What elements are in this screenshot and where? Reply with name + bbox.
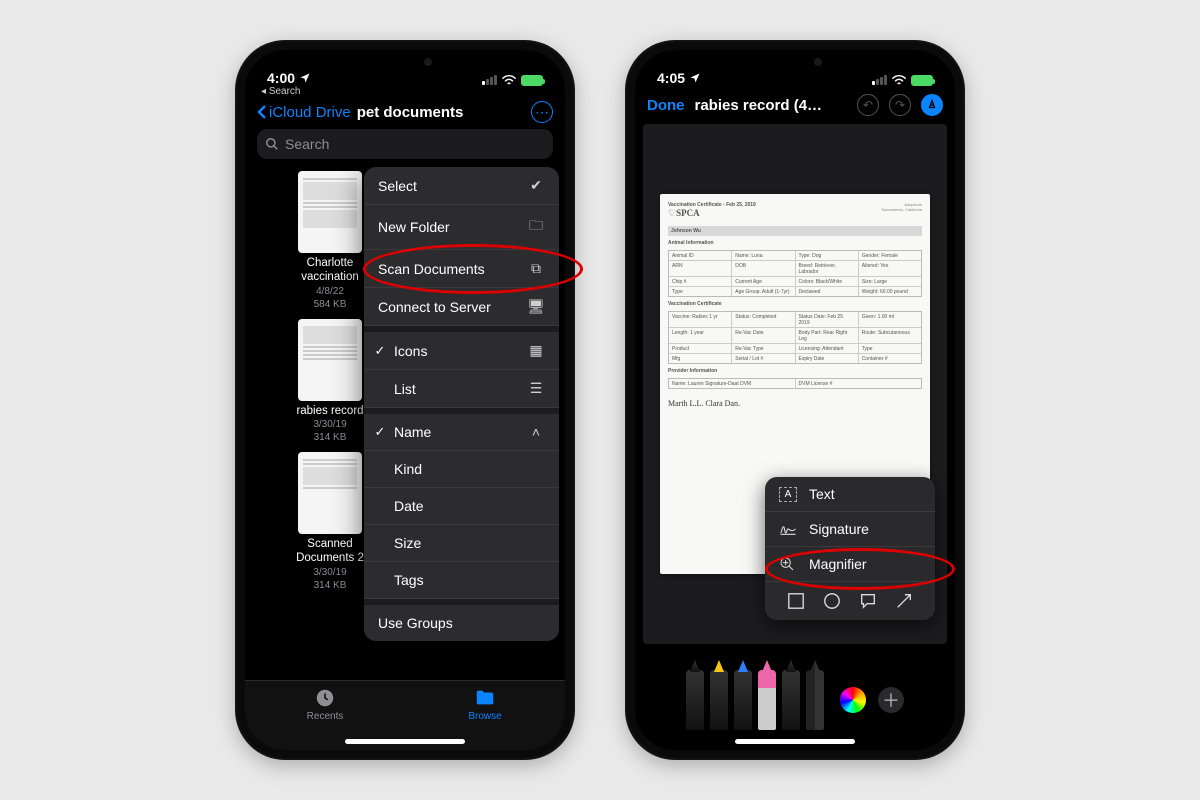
cellular-icon <box>872 75 887 85</box>
markup-toolbar: ＋ <box>635 650 955 750</box>
menu-sort-date[interactable]: Date <box>364 488 559 525</box>
shape-speech[interactable] <box>859 592 877 610</box>
menu-sort-size[interactable]: Size <box>364 525 559 562</box>
screen-left: 4:00 ◂ Search iCloud Drive pet documents… <box>245 50 565 750</box>
folder-title: pet documents <box>357 104 464 121</box>
markup-icon <box>926 99 938 111</box>
screen-right: 4:05 Done rabies record (4… ↶ ↷ <box>635 50 955 750</box>
markup-magnifier[interactable]: Magnifier <box>765 547 935 582</box>
battery-icon <box>521 75 543 86</box>
list-icon: ☰ <box>527 380 545 397</box>
back-button[interactable]: iCloud Drive <box>257 104 351 121</box>
menu-label: Magnifier <box>809 556 867 572</box>
pen-tool[interactable] <box>686 670 704 730</box>
status-time: 4:00 <box>267 70 295 86</box>
iphone-left: 4:00 ◂ Search iCloud Drive pet documents… <box>235 40 575 760</box>
menu-select[interactable]: Select✔︎ <box>364 167 559 205</box>
magnifier-icon <box>779 556 797 572</box>
shape-circle[interactable] <box>823 592 841 610</box>
cellular-icon <box>482 75 497 85</box>
location-icon <box>689 72 701 84</box>
home-indicator[interactable] <box>345 739 465 744</box>
iphone-right: 4:05 Done rabies record (4… ↶ ↷ <box>625 40 965 760</box>
back-label: iCloud Drive <box>269 104 351 121</box>
status-time: 4:05 <box>657 70 685 86</box>
marker-tool[interactable] <box>734 670 752 730</box>
grid-icon: ▦ <box>527 342 545 359</box>
search-input[interactable]: Search <box>257 129 553 159</box>
context-menu: Select✔︎ New Folder🗀 Scan Documents⧉ Con… <box>364 167 559 641</box>
menu-new-folder[interactable]: New Folder🗀 <box>364 205 559 250</box>
checkmark-icon: ✓ <box>372 343 388 359</box>
wifi-icon <box>891 74 907 86</box>
location-icon <box>299 72 311 84</box>
file-thumbnail <box>298 319 362 401</box>
markup-toggle-button[interactable] <box>921 94 943 116</box>
menu-scan-documents[interactable]: Scan Documents⧉ <box>364 250 559 288</box>
folder-icon <box>474 687 496 709</box>
highlighter-tool[interactable] <box>710 670 728 730</box>
markup-add-menu: A Text Signature Magnifier <box>765 477 935 620</box>
signature-icon <box>779 522 797 536</box>
nav-bar: iCloud Drive pet documents ⋯ <box>245 97 565 129</box>
menu-use-groups[interactable]: Use Groups <box>364 605 559 641</box>
done-button[interactable]: Done <box>647 97 685 114</box>
menu-connect-server[interactable]: Connect to Server🖥 <box>364 288 559 326</box>
checkmark-icon: ✓ <box>372 424 388 440</box>
search-placeholder: Search <box>285 136 329 152</box>
markup-signature[interactable]: Signature <box>765 512 935 547</box>
doc-signature: Marth L.L. Clara Dan. <box>668 399 922 408</box>
markup-text[interactable]: A Text <box>765 477 935 512</box>
home-indicator[interactable] <box>735 739 855 744</box>
scan-icon: ⧉ <box>527 260 545 277</box>
file-name: rabies record <box>285 405 375 419</box>
text-icon: A <box>779 487 797 502</box>
lasso-tool[interactable] <box>782 670 800 730</box>
eraser-tool[interactable] <box>758 670 776 730</box>
check-circle-icon: ✔︎ <box>527 177 545 194</box>
battery-icon <box>911 75 933 86</box>
server-icon: 🖥 <box>527 298 545 315</box>
file-name: Charlotte vaccination <box>285 257 375 285</box>
doc-org: SPCA <box>676 208 700 218</box>
chevron-up-icon: ˄ <box>527 424 545 440</box>
ruler-tool[interactable] <box>806 670 824 730</box>
menu-sort-name[interactable]: ✓Name˄ <box>364 414 559 451</box>
color-picker[interactable] <box>840 687 866 713</box>
document-title: rabies record (4… <box>695 97 848 114</box>
notch <box>340 50 470 76</box>
redo-button[interactable]: ↷ <box>889 94 911 116</box>
markup-nav-bar: Done rabies record (4… ↶ ↷ <box>635 88 955 124</box>
undo-button[interactable]: ↶ <box>857 94 879 116</box>
menu-view-list[interactable]: List☰ <box>364 370 559 408</box>
notch <box>730 50 860 76</box>
search-icon <box>265 137 279 151</box>
add-button[interactable]: ＋ <box>878 687 904 713</box>
folder-plus-icon: 🗀 <box>527 215 545 239</box>
markup-shapes-row <box>765 582 935 620</box>
more-button[interactable]: ⋯ <box>531 101 553 123</box>
wifi-icon <box>501 74 517 86</box>
file-grid-area: Charlotte vaccination 4/8/22 584 KB rabi… <box>245 167 565 680</box>
back-to-search[interactable]: ◂ Search <box>245 86 565 97</box>
shape-arrow[interactable] <box>895 592 913 610</box>
clock-icon <box>314 687 336 709</box>
shape-square[interactable] <box>787 592 805 610</box>
menu-label: Text <box>809 486 835 502</box>
file-name: Scanned Documents 2 <box>285 538 375 566</box>
menu-sort-kind[interactable]: Kind <box>364 451 559 488</box>
file-thumbnail <box>298 171 362 253</box>
file-thumbnail <box>298 452 362 534</box>
tab-label: Recents <box>307 711 344 722</box>
menu-view-icons[interactable]: ✓Icons▦ <box>364 332 559 370</box>
chevron-left-icon <box>257 104 267 120</box>
menu-sort-tags[interactable]: Tags <box>364 562 559 599</box>
tab-label: Browse <box>468 711 501 722</box>
menu-label: Signature <box>809 521 869 537</box>
